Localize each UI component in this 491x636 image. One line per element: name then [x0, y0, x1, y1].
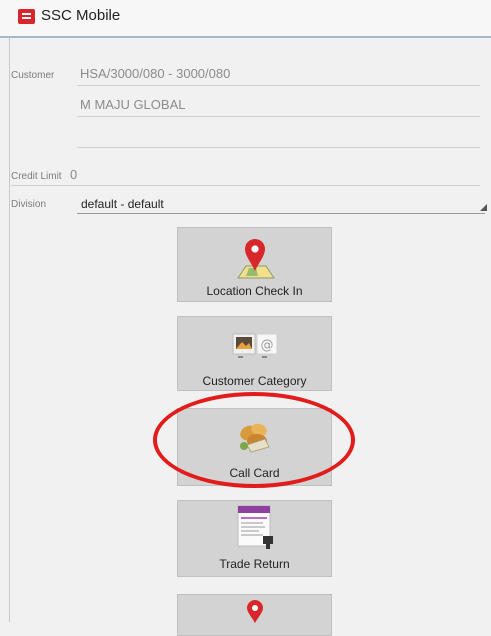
customer-address-underline: [77, 147, 480, 148]
app-logo-icon: [18, 9, 35, 24]
customer-code-field[interactable]: HSA/3000/080 - 3000/080: [80, 66, 230, 81]
highlight-ellipse: [153, 392, 355, 488]
trade-return-label: Trade Return: [219, 557, 290, 571]
app-title: SSC Mobile: [41, 7, 121, 24]
credit-limit-value: 0: [70, 167, 78, 182]
customer-category-button[interactable]: @ Customer Category: [177, 316, 332, 391]
contact-card-icon: @: [232, 333, 277, 358]
location-button-partial[interactable]: [177, 594, 332, 636]
left-border: [9, 38, 10, 622]
location-check-in-button[interactable]: Location Check In: [177, 227, 332, 302]
trade-return-button[interactable]: Trade Return: [177, 500, 332, 577]
customer-name-underline: [77, 116, 480, 117]
action-bar: SSC Mobile: [0, 0, 491, 38]
spinner-arrow-icon: [480, 204, 487, 211]
svg-text:@: @: [260, 338, 273, 353]
return-form-icon: [237, 505, 273, 549]
division-label: Division: [11, 199, 47, 210]
map-pin-icon: [236, 239, 275, 279]
customer-category-label: Customer Category: [202, 374, 307, 388]
division-underline: [77, 213, 485, 214]
credit-limit-underline: [11, 185, 480, 186]
map-pin-icon: [246, 600, 263, 623]
credit-limit-label: Credit Limit: [11, 171, 62, 182]
customer-label: Customer: [11, 70, 55, 81]
location-check-in-label: Location Check In: [206, 284, 303, 298]
customer-name-field[interactable]: M MAJU GLOBAL: [80, 97, 185, 112]
division-spinner[interactable]: default - default: [81, 197, 164, 211]
customer-code-underline: [77, 85, 480, 86]
